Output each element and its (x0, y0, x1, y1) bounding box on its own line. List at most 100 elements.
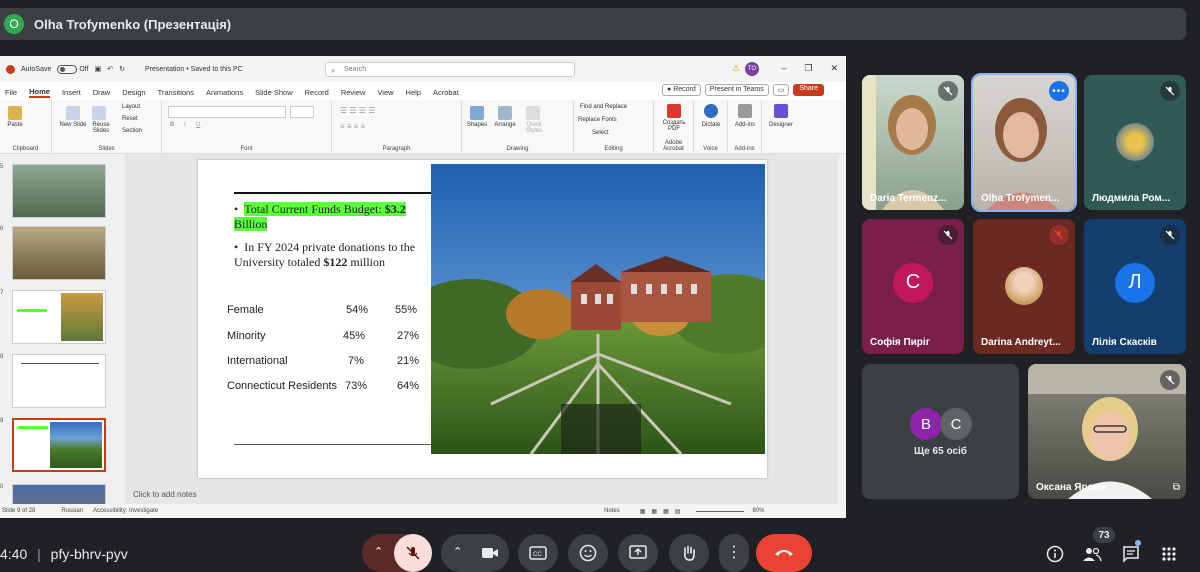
notes-placeholder[interactable]: Click to add notes (133, 490, 197, 499)
zoom-level[interactable]: 80% (752, 508, 764, 514)
designer-icon[interactable] (774, 104, 788, 118)
present-screen-button[interactable] (618, 534, 658, 572)
italic-button[interactable]: I (184, 122, 186, 128)
tab-record[interactable]: Record (305, 88, 329, 97)
addins-icon[interactable] (738, 104, 752, 118)
participant-tile[interactable]: Л Лілія Скаскiв (1084, 219, 1186, 354)
participant-tile[interactable]: С Софія Пиріг (862, 219, 964, 354)
slide-thumbnail[interactable] (12, 354, 106, 408)
microphone-icon[interactable] (704, 104, 718, 118)
participant-tile[interactable]: Daria Termenz... (862, 75, 964, 210)
mic-off-button[interactable] (394, 534, 432, 572)
select-button[interactable]: Select (592, 130, 609, 136)
arrange-icon[interactable] (498, 106, 512, 120)
chat-button[interactable] (1121, 544, 1141, 564)
notes-button[interactable]: Notes (604, 508, 620, 514)
quick-styles-icon[interactable] (526, 106, 540, 120)
more-options-button[interactable]: ⋮ (719, 534, 749, 572)
camera-options-chevron-icon[interactable]: ⌃ (453, 545, 462, 558)
ppt-search-input[interactable]: ⌕ Search (325, 62, 575, 77)
replace-fonts-button[interactable]: Replace Fonts (578, 117, 617, 123)
tab-slide-show[interactable]: Slide Show (255, 88, 293, 97)
arrange-button[interactable]: Arrange (491, 122, 519, 128)
close-icon[interactable]: ✕ (830, 63, 838, 74)
save-icon[interactable]: ▣ (95, 65, 102, 73)
bold-button[interactable]: B (170, 122, 174, 128)
slide-thumbnail-selected[interactable] (12, 418, 106, 472)
quick-styles-button[interactable]: Quick Styles (520, 122, 548, 134)
vertical-scrollbar[interactable] (838, 154, 846, 504)
tab-help[interactable]: Help (406, 88, 421, 97)
tab-home[interactable]: Home (29, 87, 50, 98)
tab-acrobat[interactable]: Acrobat (433, 88, 459, 97)
section-button[interactable]: Section (122, 128, 142, 134)
autosave-toggle[interactable] (57, 64, 78, 74)
mic-options-chevron-icon[interactable]: ⌃ (374, 545, 383, 558)
shapes-button[interactable]: Shapes (464, 122, 490, 128)
reuse-slides-icon[interactable] (92, 106, 106, 120)
underline-button[interactable]: U (196, 122, 200, 128)
user-avatar[interactable]: TO (745, 62, 759, 76)
mic-control: ⌃ (362, 534, 432, 572)
warning-icon[interactable]: ⚠ (732, 63, 740, 74)
align-icon[interactable]: ≡ ≡ ≡ ≡ (340, 122, 365, 131)
meeting-code[interactable]: pfy-bhrv-pyv (51, 546, 128, 562)
addins-button[interactable]: Add-ins (730, 122, 760, 128)
redo-icon[interactable]: ↻ (119, 65, 125, 73)
slide-thumbnail[interactable] (12, 164, 106, 218)
meeting-details-button[interactable] (1045, 544, 1065, 564)
bullets-icon[interactable]: ☰ ☰ ☰ ☰ (340, 106, 375, 115)
comments-icon[interactable]: ▭ (772, 84, 790, 96)
participant-tile[interactable]: Людмила Ром... (1084, 75, 1186, 210)
activities-button[interactable] (1159, 544, 1179, 564)
undo-icon[interactable]: ↶ (107, 65, 113, 73)
tab-transitions[interactable]: Transitions (158, 88, 194, 97)
tab-review[interactable]: Review (341, 88, 366, 97)
participant-tile[interactable]: Darina Andreyt... (973, 219, 1075, 354)
tab-draw[interactable]: Draw (93, 88, 111, 97)
slide-thumbnail[interactable] (12, 290, 106, 344)
reset-button[interactable]: Reset (122, 116, 138, 122)
create-pdf-button[interactable]: Создать PDF (656, 120, 692, 132)
tab-insert[interactable]: Insert (62, 88, 81, 97)
record-button[interactable]: ● Record (662, 84, 701, 96)
participant-tile[interactable]: ⧉ Оксана Ярова (1028, 364, 1186, 499)
new-slide-icon[interactable] (66, 106, 80, 120)
people-button[interactable] (1082, 544, 1102, 564)
tab-file[interactable]: File (5, 88, 17, 97)
paste-button[interactable]: Paste (4, 122, 26, 128)
slide-thumbnail[interactable] (12, 226, 106, 280)
participant-tile-speaking[interactable]: ••• Olha Trofymen... (971, 73, 1077, 212)
pin-icon[interactable]: ⧉ (1173, 482, 1180, 493)
others-tile[interactable]: В С Ще 65 осіб (862, 364, 1019, 499)
captions-button[interactable]: CC (518, 534, 558, 572)
view-buttons[interactable]: ▦▦▦▤ (640, 508, 687, 515)
accessibility-status[interactable]: Accessibility: Investigate (93, 508, 158, 514)
leave-call-button[interactable] (756, 534, 812, 572)
tab-view[interactable]: View (377, 88, 393, 97)
camera-button[interactable] (471, 534, 509, 572)
more-options-icon[interactable]: ••• (1049, 81, 1069, 101)
raise-hand-button[interactable] (669, 534, 709, 572)
restore-icon[interactable]: ❐ (804, 63, 812, 74)
zoom-slider[interactable] (696, 510, 745, 512)
tab-animations[interactable]: Animations (206, 88, 243, 97)
share-button[interactable]: Share (793, 84, 825, 96)
find-replace-button[interactable]: Find and Replace (580, 104, 627, 110)
minimize-icon[interactable]: – (781, 63, 786, 74)
shapes-icon[interactable] (470, 106, 484, 120)
layout-button[interactable]: Layout (122, 104, 140, 110)
paste-icon[interactable] (8, 106, 22, 120)
font-family-select[interactable] (168, 106, 286, 118)
pdf-icon[interactable] (667, 104, 681, 118)
current-slide[interactable]: • Total Current Funds Budget: $3.2 Billio… (198, 160, 767, 478)
tab-design[interactable]: Design (122, 88, 145, 97)
dictate-button[interactable]: Dictate (696, 122, 726, 128)
present-in-teams-button[interactable]: Present in Teams (704, 84, 769, 96)
new-slide-button[interactable]: New Slide (58, 122, 88, 128)
language-status[interactable]: Russian (61, 508, 83, 514)
designer-button[interactable]: Designer (764, 122, 798, 128)
font-size-select[interactable] (290, 106, 314, 118)
reuse-slides-button[interactable]: Reuse Slides (86, 122, 116, 134)
reactions-button[interactable] (568, 534, 608, 572)
